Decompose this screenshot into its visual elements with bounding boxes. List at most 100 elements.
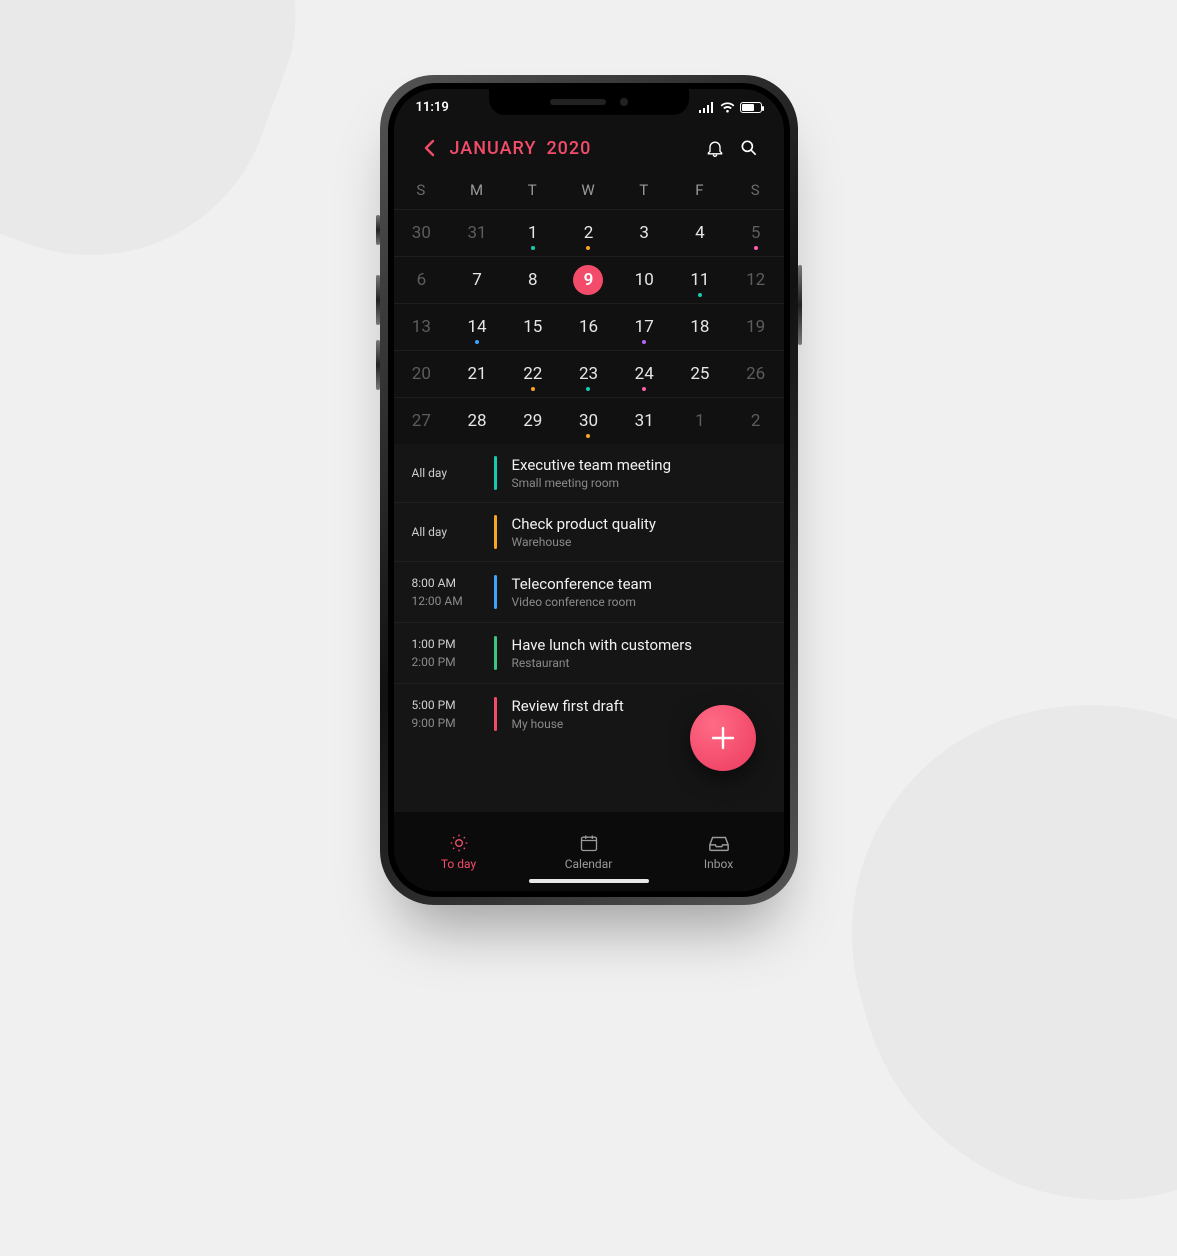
- day-number: 4: [695, 223, 705, 243]
- day-number: 30: [579, 411, 598, 431]
- day-number: 30: [412, 223, 431, 243]
- calendar-day[interactable]: 16: [561, 304, 617, 350]
- weekday-row: SMTWTFS: [394, 173, 784, 209]
- calendar-day[interactable]: 19: [728, 304, 784, 350]
- event-dot: [642, 340, 646, 344]
- day-number: 26: [746, 364, 765, 384]
- calendar-day[interactable]: 12: [728, 257, 784, 303]
- header-month: JANUARY: [450, 138, 537, 159]
- calendar: SMTWTFS 30311234567891011121314151617181…: [394, 173, 784, 444]
- calendar-day[interactable]: 15: [505, 304, 561, 350]
- nav-today-label: To day: [441, 857, 476, 871]
- phone-bezel: 11:19: [388, 83, 790, 897]
- nav-calendar-label: Calendar: [565, 857, 613, 871]
- calendar-day[interactable]: 21: [449, 351, 505, 397]
- event-body: Teleconference team Video conference room: [510, 575, 768, 609]
- day-number: 12: [746, 270, 765, 290]
- calendar-day[interactable]: 1: [672, 398, 728, 444]
- inbox-icon: [708, 833, 730, 853]
- search-icon[interactable]: [736, 135, 762, 161]
- cellular-signal-icon: [699, 102, 715, 113]
- event-row[interactable]: All dayCheck product qualityWarehouse: [394, 502, 784, 561]
- calendar-day[interactable]: 10: [616, 257, 672, 303]
- header-title[interactable]: JANUARY 2020: [450, 138, 592, 159]
- calendar-day[interactable]: 17: [616, 304, 672, 350]
- calendar-day[interactable]: 27: [394, 398, 450, 444]
- bell-icon[interactable]: [702, 135, 728, 161]
- background-shape: [0, 0, 336, 306]
- day-number: 1: [528, 223, 538, 243]
- calendar-day[interactable]: 11: [672, 257, 728, 303]
- nav-inbox[interactable]: Inbox: [654, 812, 784, 891]
- screen: 11:19: [394, 89, 784, 891]
- event-row[interactable]: All dayExecutive team meetingSmall meeti…: [394, 444, 784, 502]
- day-number: 31: [468, 223, 487, 243]
- calendar-day[interactable]: 29: [505, 398, 561, 444]
- calendar-day[interactable]: 8: [505, 257, 561, 303]
- calendar-day[interactable]: 14: [449, 304, 505, 350]
- event-title: Teleconference team: [512, 575, 768, 593]
- weekday-label: W: [561, 181, 617, 199]
- event-row[interactable]: 8:00 AM12:00 AMTeleconference teamVideo …: [394, 561, 784, 622]
- day-number: 13: [412, 317, 431, 337]
- day-number: 27: [412, 411, 431, 431]
- day-number: 31: [635, 411, 654, 431]
- event-dot: [586, 246, 590, 250]
- front-camera: [620, 98, 628, 106]
- calendar-day[interactable]: 9: [561, 257, 617, 303]
- event-location: Restaurant: [512, 656, 768, 670]
- event-color-bar: [494, 515, 497, 549]
- calendar-day[interactable]: 25: [672, 351, 728, 397]
- calendar-day[interactable]: 31: [449, 210, 505, 256]
- nav-today[interactable]: To day: [394, 812, 524, 891]
- event-dot: [642, 387, 646, 391]
- back-chevron-icon[interactable]: [416, 135, 442, 161]
- nav-inbox-label: Inbox: [704, 857, 733, 871]
- calendar-day[interactable]: 6: [394, 257, 450, 303]
- battery-icon: [740, 102, 762, 113]
- weekday-label: F: [672, 181, 728, 199]
- calendar-day[interactable]: 5: [728, 210, 784, 256]
- calendar-day[interactable]: 7: [449, 257, 505, 303]
- calendar-day[interactable]: 26: [728, 351, 784, 397]
- calendar-day[interactable]: 18: [672, 304, 728, 350]
- calendar-day[interactable]: 2: [561, 210, 617, 256]
- calendar-day[interactable]: 30: [394, 210, 450, 256]
- day-number: 9: [573, 265, 603, 295]
- calendar-day[interactable]: 24: [616, 351, 672, 397]
- event-color-bar: [494, 456, 497, 490]
- day-number: 11: [690, 270, 709, 290]
- event-row[interactable]: 1:00 PM2:00 PMHave lunch with customersR…: [394, 622, 784, 683]
- event-color-bar: [494, 697, 497, 731]
- calendar-day[interactable]: 2: [728, 398, 784, 444]
- calendar-day[interactable]: 28: [449, 398, 505, 444]
- day-number: 2: [584, 223, 594, 243]
- mute-switch: [376, 215, 380, 245]
- home-indicator[interactable]: [529, 879, 649, 883]
- calendar-day[interactable]: 22: [505, 351, 561, 397]
- volume-up-button: [376, 275, 380, 325]
- calendar-day[interactable]: 4: [672, 210, 728, 256]
- weekday-label: T: [505, 181, 561, 199]
- calendar-day[interactable]: 31: [616, 398, 672, 444]
- today-icon: [449, 833, 469, 853]
- day-number: 20: [412, 364, 431, 384]
- calendar-day[interactable]: 1: [505, 210, 561, 256]
- add-event-button[interactable]: [690, 705, 756, 771]
- calendar-day[interactable]: 23: [561, 351, 617, 397]
- calendar-day[interactable]: 30: [561, 398, 617, 444]
- event-location: Video conference room: [512, 595, 768, 609]
- event-dot: [531, 246, 535, 250]
- calendar-day[interactable]: 20: [394, 351, 450, 397]
- weekday-label: S: [728, 181, 784, 199]
- calendar-day[interactable]: 13: [394, 304, 450, 350]
- calendar-day[interactable]: 3: [616, 210, 672, 256]
- event-dot: [531, 387, 535, 391]
- header: JANUARY 2020: [394, 125, 784, 173]
- power-button: [798, 265, 802, 345]
- day-number: 18: [690, 317, 709, 337]
- day-number: 3: [639, 223, 649, 243]
- event-time: 1:00 PM2:00 PM: [394, 635, 482, 671]
- calendar-week: 20 2122232425 26: [394, 350, 784, 397]
- day-number: 29: [523, 411, 542, 431]
